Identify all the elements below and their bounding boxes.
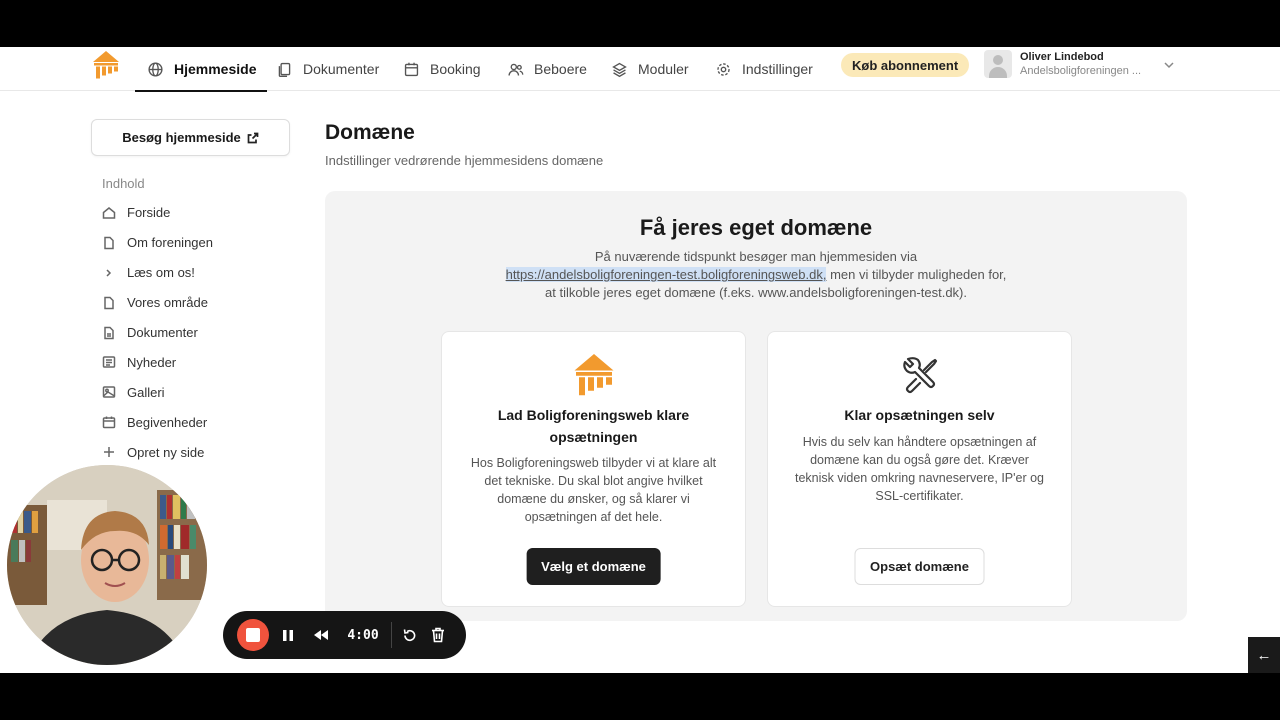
card-description: Hvis du selv kan håndtere opsætningen af… <box>794 435 1045 503</box>
sidebar-item-label: Dokumenter <box>127 325 198 340</box>
page-icon <box>104 296 114 309</box>
avatar <box>984 50 1012 78</box>
globe-icon <box>148 61 163 77</box>
layers-icon <box>612 62 627 77</box>
top-navigation: Hjemmeside Dokumenter Booking Beboere Mo… <box>0 47 1280 92</box>
recording-toolbar: 4:00 <box>223 611 466 659</box>
rewind-button[interactable] <box>307 629 335 641</box>
sidebar-item-om-foreningen[interactable]: Om foreningen <box>102 228 213 258</box>
sidebar-item-galleri[interactable]: Galleri <box>102 377 213 407</box>
chevron-right-icon[interactable] <box>102 266 116 280</box>
image-icon <box>102 386 116 399</box>
visit-website-button[interactable]: Besøg hjemmeside <box>91 119 290 156</box>
chevron-down-icon[interactable] <box>1163 59 1175 71</box>
panel-text-intro: På nuværende tidspunkt besøger man hjemm… <box>594 249 918 264</box>
trash-icon <box>432 627 444 643</box>
sidebar-item-forside[interactable]: Forside <box>102 198 213 228</box>
rewind-icon <box>314 630 328 640</box>
nav-tab-hjemmeside[interactable]: Hjemmeside <box>134 47 269 92</box>
page-title: Domæne <box>325 121 415 144</box>
sidebar-item-laes-om-os[interactable]: Læs om os! <box>102 258 213 288</box>
gear-icon <box>717 62 730 76</box>
panel-description: På nuværende tidspunkt besøger man hjemm… <box>435 248 1077 302</box>
nav-tab-label: Beboere <box>534 61 587 77</box>
restart-icon <box>403 628 415 641</box>
user-name: Oliver Lindebod <box>1020 51 1104 63</box>
logo-icon[interactable] <box>93 51 119 79</box>
nav-tab-beboere[interactable]: Beboere <box>507 47 587 91</box>
managed-setup-card: Lad Boligforeningsweb klare opsætningen … <box>441 331 746 607</box>
nav-tab-label: Booking <box>430 61 481 77</box>
sidebar-item-label: Læs om os! <box>127 265 195 281</box>
page-icon <box>104 236 114 250</box>
nav-tab-indstillinger[interactable]: Indstillinger <box>715 47 813 91</box>
sidebar-item-label: Nyheder <box>127 354 177 370</box>
choose-domain-button[interactable]: Vælg et domæne <box>526 548 661 585</box>
nav-tab-booking[interactable]: Booking <box>403 47 481 91</box>
home-icon <box>102 206 116 219</box>
sidebar-item-vores-omraade[interactable]: Vores område <box>102 288 213 318</box>
card-description: Hos Boligforeningsweb tilbyder vi at kla… <box>470 456 717 524</box>
arrow-left-icon: ← <box>1256 646 1272 664</box>
setup-domain-button[interactable]: Opsæt domæne <box>854 548 985 585</box>
timer-text: 4:00 <box>347 627 379 643</box>
domain-panel: Få jeres eget domæne På nuværende tidspu… <box>325 191 1187 621</box>
self-setup-card: Klar opsætningen selv Hvis du selv kan h… <box>767 331 1072 607</box>
sidebar-item-opret-ny-side[interactable]: Opret ny side <box>102 437 213 467</box>
stop-icon <box>246 628 260 642</box>
recording-timer: 4:00 <box>335 628 391 643</box>
stop-recording-button[interactable] <box>237 619 269 651</box>
card-title: Lad Boligforeningsweb klare opsætningen <box>497 407 690 445</box>
sidebar-item-label: Forside <box>127 205 171 221</box>
panel-title: Få jeres eget domæne <box>639 215 873 240</box>
boligforeningsweb-logo-icon <box>574 354 613 396</box>
pause-button[interactable] <box>269 629 307 642</box>
sidebar-item-begivenheder[interactable]: Begivenheder <box>102 407 213 437</box>
sidebar-item-label: Galleri <box>127 384 165 400</box>
nav-tab-dokumenter[interactable]: Dokumenter <box>276 47 379 91</box>
delete-recording-button[interactable] <box>426 627 450 643</box>
newspaper-icon <box>102 356 116 369</box>
user-organization: Andelsboligforeningen ... <box>1020 65 1142 77</box>
sidebar-item-label: Om foreningen <box>127 235 213 251</box>
nav-tab-label: Indstillinger <box>742 61 813 77</box>
page-subtitle: Indstillinger vedrørende hjemmesidens do… <box>325 153 604 168</box>
buy-subscription-button[interactable]: Køb abonnement <box>841 53 970 77</box>
user-menu[interactable]: Oliver Lindebod Andelsboligforeningen ..… <box>984 50 1141 78</box>
document-icon <box>104 326 114 339</box>
sidebar-item-label: Begivenheder <box>127 414 208 430</box>
sidebar-item-label: Opret ny side <box>127 444 205 460</box>
pause-icon <box>283 629 293 641</box>
panel-text-example: at tilkoble jeres eget domæne (f.eks. ww… <box>545 285 967 300</box>
card-title: Klar opsætningen selv <box>844 407 995 423</box>
sidebar-item-nyheder[interactable]: Nyheder <box>102 347 213 377</box>
plus-icon <box>104 447 114 458</box>
webcam-overlay <box>7 465 207 665</box>
documents-icon <box>278 62 291 77</box>
nav-tab-label: Dokumenter <box>303 61 380 77</box>
external-link-icon <box>247 132 259 143</box>
sidebar-heading: Indhold <box>102 176 145 191</box>
sidebar-menu: Forside Om foreningen Læs om os! Vores o… <box>102 198 213 467</box>
sidebar-item-dokumenter[interactable]: Dokumenter <box>102 318 213 348</box>
nav-tab-moduler[interactable]: Moduler <box>611 47 689 91</box>
collapse-arrow-button[interactable]: ← <box>1248 637 1280 673</box>
nav-tab-label: Hjemmeside <box>174 61 257 77</box>
calendar-icon <box>404 62 419 76</box>
sidebar-item-label: Vores område <box>127 295 208 311</box>
tools-icon <box>902 357 937 394</box>
app-window: Hjemmeside Dokumenter Booking Beboere Mo… <box>0 47 1280 673</box>
presenter-video <box>7 465 207 665</box>
restart-button[interactable] <box>392 628 426 643</box>
calendar-icon <box>102 416 116 429</box>
panel-text-middle: men vi tilbyder muligheden for, <box>826 267 1007 282</box>
visit-website-label: Besøg hjemmeside <box>122 130 241 145</box>
users-icon <box>508 63 524 76</box>
current-domain-link[interactable]: https://andelsboligforeningen-test.bolig… <box>505 267 827 282</box>
nav-tab-label: Moduler <box>638 61 689 77</box>
